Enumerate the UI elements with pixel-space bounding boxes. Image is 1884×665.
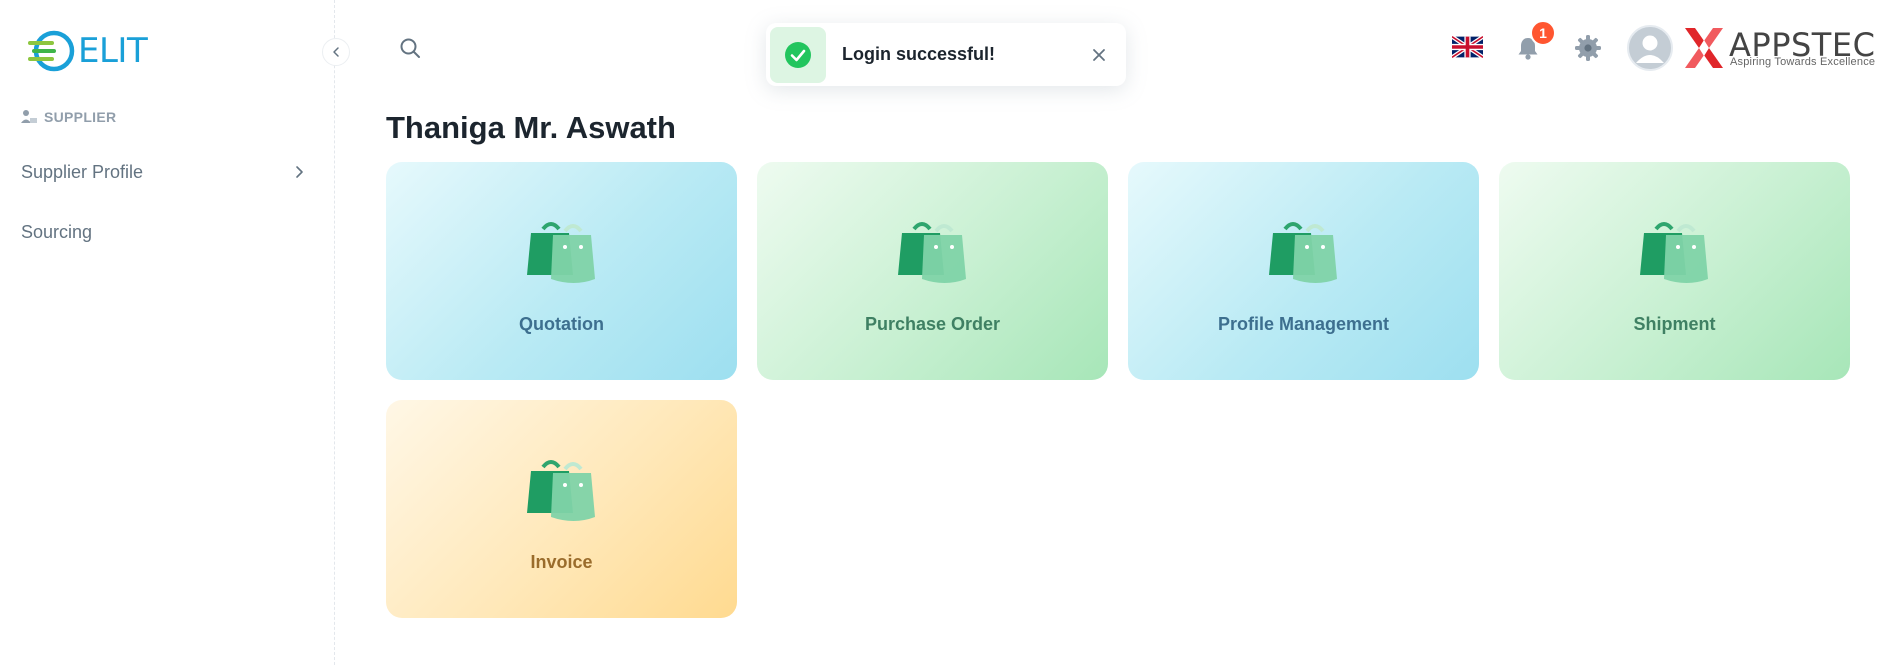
shopping-bags-icon (898, 222, 966, 283)
gear-icon (1575, 35, 1601, 61)
chevron-left-icon (333, 47, 339, 57)
shopping-bags-icon (1640, 222, 1708, 283)
toast-icon-container (770, 26, 826, 83)
shopping-bags-icon (1269, 222, 1337, 283)
card-invoice[interactable]: Invoice (386, 400, 737, 618)
sidebar-section-label: SUPPLIER (44, 109, 117, 125)
sidebar-item-sourcing[interactable]: Sourcing (21, 212, 306, 252)
check-circle-icon (785, 41, 811, 68)
search-button[interactable] (394, 32, 426, 64)
shopping-bags-icon (527, 460, 595, 521)
card-label: Shipment (1633, 314, 1716, 334)
elit-logo[interactable]: ELIT (26, 28, 148, 74)
card-quotation[interactable]: Quotation (386, 162, 737, 380)
chevron-right-icon (296, 166, 303, 178)
shopping-bags-icon (527, 222, 595, 283)
sidebar-item-label: Sourcing (21, 221, 93, 242)
card-profile-management[interactable]: Profile Management (1128, 162, 1479, 380)
notification-count-badge: 1 (1530, 20, 1556, 46)
page-title: Thaniga Mr. Aswath (386, 110, 676, 145)
sidebar-item-supplier-profile[interactable]: Supplier Profile (21, 152, 306, 192)
sidebar-item-label: Supplier Profile (21, 161, 144, 182)
card-label: Purchase Order (864, 314, 1001, 334)
search-icon (400, 38, 420, 58)
close-icon (1093, 48, 1105, 61)
login-success-toast: Login successful! (766, 23, 1126, 86)
logo-text: ELIT (78, 31, 148, 71)
card-shipment[interactable]: Shipment (1499, 162, 1850, 380)
appstec-logo-icon (1685, 28, 1723, 68)
uk-flag-icon (1450, 34, 1485, 60)
language-selector[interactable] (1450, 34, 1485, 60)
card-label: Quotation (519, 314, 604, 334)
card-label: Invoice (530, 552, 593, 572)
toast-message: Login successful! (842, 44, 996, 64)
card-label: Profile Management (1217, 314, 1390, 334)
sidebar-section-supplier: SUPPLIER (20, 109, 116, 125)
settings-button[interactable] (1572, 32, 1604, 64)
sidebar-collapse-button[interactable] (322, 38, 350, 66)
user-icon (1636, 35, 1664, 63)
card-purchase-order[interactable]: Purchase Order (757, 162, 1108, 380)
appstec-brand-logo: APPSTEC Aspiring Towards Excellence (1683, 24, 1875, 72)
user-avatar[interactable] (1627, 25, 1673, 71)
brand-tagline: Aspiring Towards Excellence (1730, 56, 1876, 68)
toast-close-button[interactable] (1082, 38, 1116, 72)
sidebar: ELIT SUPPLIER Supplier Profile Sourcing (0, 0, 335, 665)
supplier-icon (21, 110, 37, 123)
elit-logo-icon (28, 30, 75, 72)
